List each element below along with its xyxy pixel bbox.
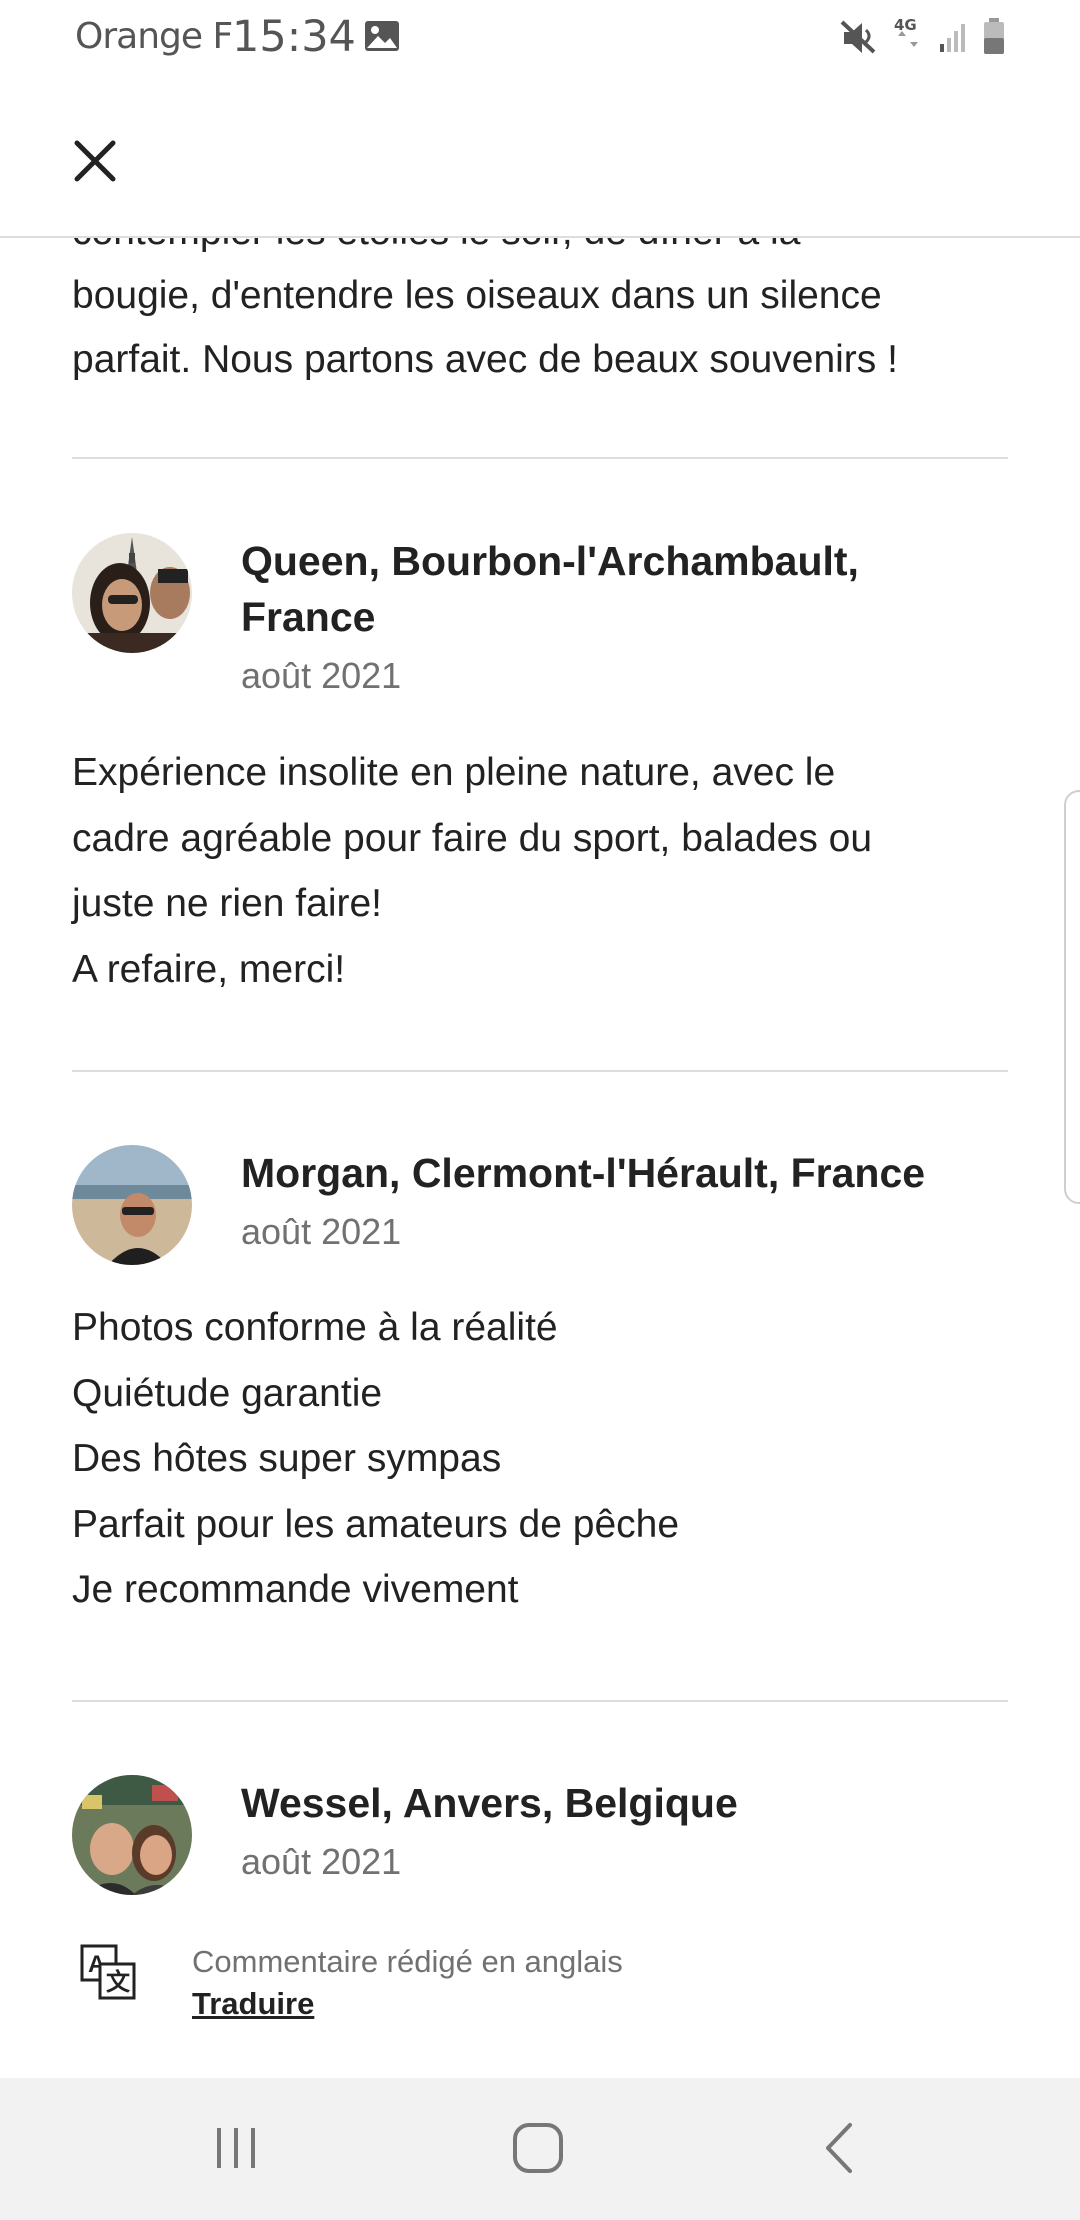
close-icon <box>74 140 116 182</box>
review-line: Quiétude garantie <box>72 1371 383 1415</box>
home-button[interactable] <box>498 2108 578 2188</box>
scroll-handle[interactable] <box>1064 790 1080 1204</box>
divider <box>72 1070 1008 1072</box>
status-icons: 4G <box>840 14 1020 58</box>
back-button[interactable] <box>800 2108 880 2188</box>
system-nav-bar <box>0 2078 1080 2220</box>
4g-icon: 4G <box>894 16 918 47</box>
review-line: Expérience insolite en pleine nature, av… <box>72 751 836 794</box>
divider <box>72 457 1008 459</box>
recent-apps-button[interactable] <box>196 2108 276 2188</box>
back-icon <box>826 2123 852 2173</box>
reviews-list[interactable]: contempler les étoiles le soir, de dîner… <box>0 238 1080 2078</box>
reviewer-name: Queen, Bourbon-l'Archambault, France <box>241 538 859 640</box>
image-icon <box>364 20 400 52</box>
translate-icon: A 文 <box>80 1944 136 2000</box>
mute-icon: 4G <box>840 16 1004 54</box>
avatar[interactable] <box>72 533 192 653</box>
review-line: contempler les étoiles le soir, de dîner… <box>72 238 1012 264</box>
review-line: parfait. Nous partons avec de beaux souv… <box>72 338 898 381</box>
carrier-label: Orange F <box>75 16 233 57</box>
review-text: Expérience insolite en pleine nature, av… <box>72 740 1012 1002</box>
home-icon <box>513 2123 563 2173</box>
review-line: A refaire, merci! <box>72 947 346 991</box>
partial-review-text: contempler les étoiles le soir, de dîner… <box>72 238 1012 392</box>
modal-header <box>0 72 1080 238</box>
status-bar: Orange F 15:34 4G <box>0 0 1080 72</box>
review-line: Photos conforme à la réalité <box>72 1306 558 1349</box>
network-type: 4G <box>894 16 917 34</box>
review-line: Parfait pour les amateurs de pêche <box>72 1502 680 1546</box>
reviewer-name: Wessel, Anvers, Belgique <box>241 1780 738 1826</box>
review-line: juste ne rien faire! <box>72 882 383 925</box>
avatar[interactable] <box>72 1145 192 1265</box>
review-text: Photos conforme à la réalité Quiétude ga… <box>72 1295 1012 1623</box>
review-line: Je recommande vivement <box>72 1568 519 1611</box>
avatar[interactable] <box>72 1775 192 1895</box>
review-line: bougie, d'entendre les oiseaux dans un s… <box>72 274 882 317</box>
close-button[interactable] <box>62 128 128 194</box>
reviewer-name: Morgan, Clermont-l'Hérault, France <box>241 1150 926 1196</box>
translate-link[interactable]: Traduire <box>192 1986 314 2022</box>
svg-text:文: 文 <box>106 1968 131 1996</box>
recent-apps-icon <box>217 2128 255 2168</box>
review-line: Des hôtes super sympas <box>72 1437 502 1480</box>
battery-icon <box>984 18 1004 54</box>
translation-note: Commentaire rédigé en anglais <box>192 1944 623 1979</box>
review-date: août 2021 <box>241 655 402 696</box>
review-date: août 2021 <box>241 1211 402 1252</box>
review-date: août 2021 <box>241 1841 402 1882</box>
clock: 15:34 <box>232 12 356 62</box>
divider <box>72 1700 1008 1702</box>
signal-icon <box>940 24 965 52</box>
review-line: cadre agréable pour faire du sport, bala… <box>72 816 873 860</box>
